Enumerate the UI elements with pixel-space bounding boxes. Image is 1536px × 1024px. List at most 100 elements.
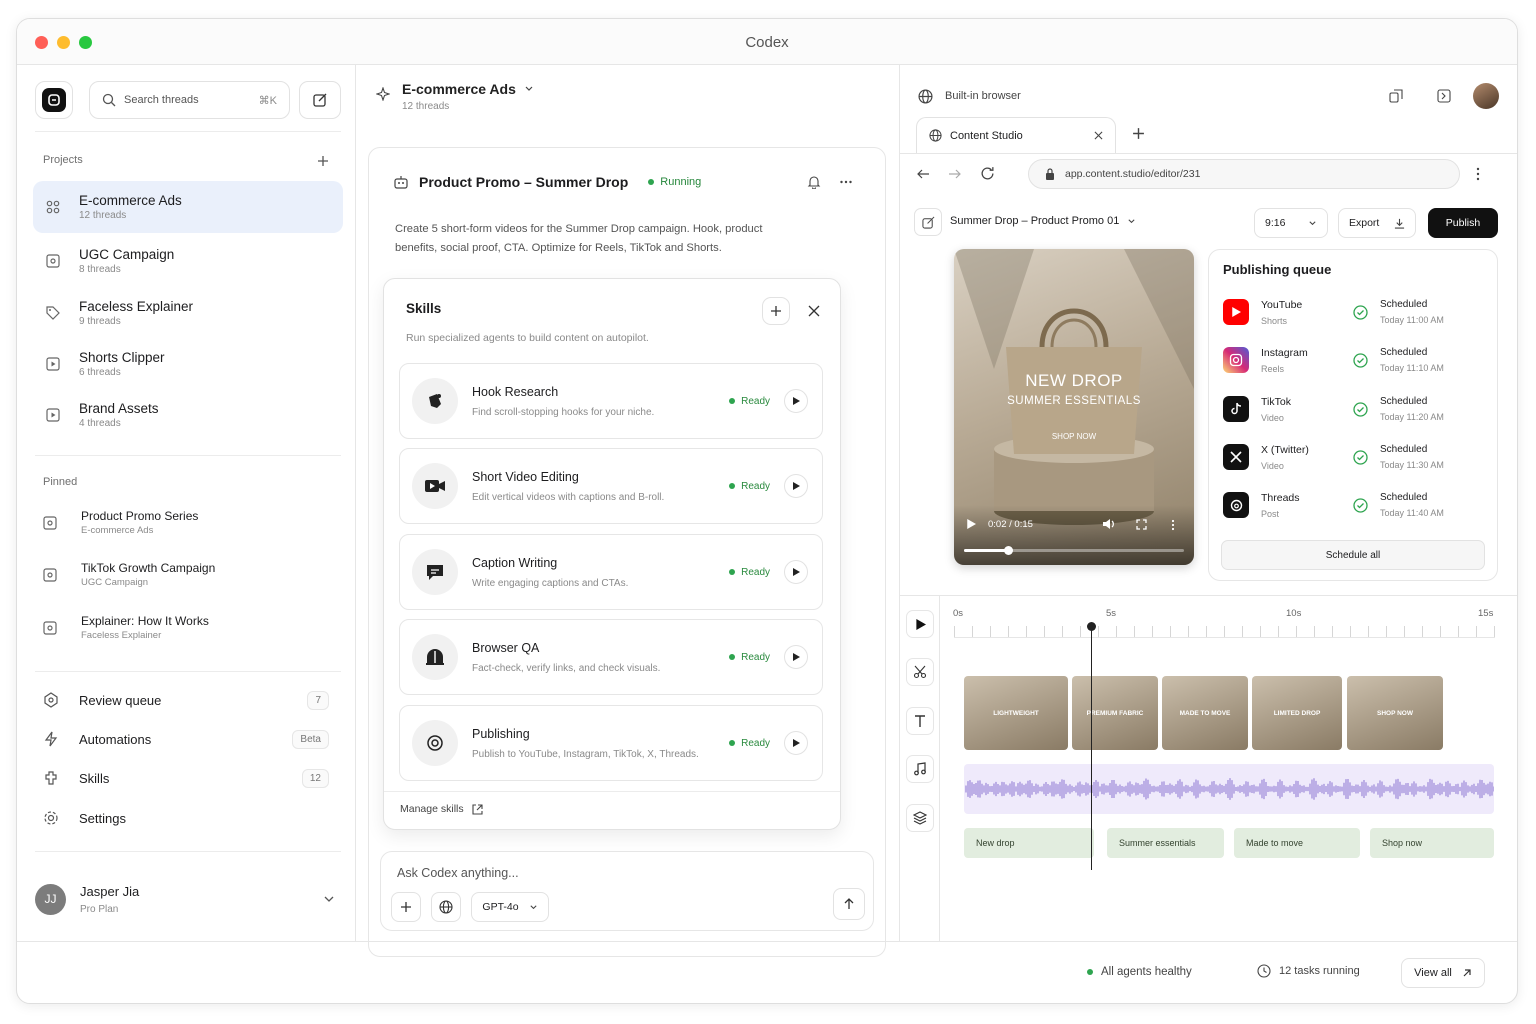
timeline-clip[interactable]: MADE TO MOVE [1162, 676, 1248, 750]
timeline-clip[interactable]: PREMIUM FABRIC [1072, 676, 1158, 750]
reload-icon[interactable] [980, 166, 995, 181]
fullscreen-icon[interactable] [1136, 519, 1147, 530]
close-icon[interactable] [1094, 131, 1103, 140]
timeline-ruler[interactable] [954, 626, 1495, 638]
skill-desc: Publish to YouTube, Instagram, TikTok, X… [472, 748, 699, 760]
nav-review-queue[interactable]: Review queue 7 [43, 685, 329, 715]
status-badge: Running [648, 176, 701, 188]
web-search-button[interactable] [431, 892, 461, 922]
profile-avatar[interactable] [1473, 83, 1499, 109]
timeline-clip[interactable]: LIMITED DROP [1252, 676, 1342, 750]
video-scrubber-handle[interactable] [1004, 546, 1013, 555]
caption-block[interactable]: Summer essentials [1107, 828, 1224, 858]
nav-skills[interactable]: Skills 12 [43, 763, 329, 793]
skills-count-badge: 12 [301, 768, 329, 788]
run-skill-button[interactable] [784, 474, 808, 498]
queue-item-youtube[interactable]: YouTube Shorts Scheduled Today 11:00 AM [1223, 292, 1485, 332]
back-icon[interactable] [916, 167, 930, 181]
publish-button[interactable]: Publish [1428, 208, 1498, 238]
nav-automations[interactable]: Automations Beta [43, 724, 329, 754]
ruler-label: 5s [1106, 608, 1117, 619]
run-skill-button[interactable] [784, 645, 808, 669]
project-item-faceless-explainer[interactable]: Faceless Explainer 9 threads [33, 287, 343, 339]
text-tool-button[interactable] [906, 707, 934, 735]
more-icon[interactable] [839, 175, 853, 189]
run-skill-button[interactable] [784, 731, 808, 755]
queue-item-x[interactable]: X (Twitter) Video Scheduled Today 11:30 AM [1223, 437, 1485, 477]
new-thread-button[interactable] [299, 81, 341, 119]
play-icon[interactable] [966, 519, 976, 529]
skill-caption-writing[interactable]: Caption Writing Write engaging captions a… [399, 534, 823, 610]
playhead-handle[interactable] [1087, 622, 1096, 631]
bell-icon[interactable] [807, 175, 821, 189]
search-threads-input[interactable]: Search threads ⌘K [89, 81, 290, 119]
skill-status-text: Ready [741, 737, 770, 749]
browser-menu-icon[interactable] [1476, 167, 1480, 181]
user-plan: Pro Plan [80, 903, 119, 915]
new-tab-button[interactable] [1132, 127, 1145, 140]
sync-icon[interactable] [1389, 89, 1403, 103]
volume-icon[interactable] [1102, 518, 1115, 530]
project-item-shorts-clipper[interactable]: Shorts Clipper 6 threads [33, 338, 343, 390]
nav-settings[interactable]: Settings [43, 803, 329, 833]
add-skill-button[interactable] [762, 297, 790, 325]
aspect-ratio-select[interactable]: 9:16 [1254, 208, 1328, 238]
more-vertical-icon[interactable] [1171, 519, 1175, 531]
address-bar[interactable]: app.content.studio/editor/231 [1028, 159, 1460, 189]
project-item-ugc-campaign[interactable]: UGC Campaign 8 threads [33, 235, 343, 287]
playhead[interactable] [1091, 626, 1092, 870]
caption-block[interactable]: Shop now [1370, 828, 1494, 858]
pinned-item[interactable]: TikTok Growth Campaign UGC Campaign [43, 561, 343, 588]
timeline-clip[interactable]: LIGHTWEIGHT [964, 676, 1068, 750]
skill-hook-research[interactable]: Hook Research Find scroll-stopping hooks … [399, 363, 823, 439]
close-icon[interactable] [808, 305, 820, 317]
browser-label: Built-in browser [945, 90, 1021, 102]
audio-tool-button[interactable] [906, 755, 934, 783]
pinned-project: Faceless Explainer [81, 630, 162, 641]
queue-item-instagram[interactable]: Instagram Reels Scheduled Today 11:10 AM [1223, 340, 1485, 380]
chevron-down-icon[interactable] [323, 893, 335, 905]
skill-browser-qa[interactable]: Browser QA Fact-check, verify links, and … [399, 619, 823, 695]
audio-waveform [965, 778, 1494, 800]
sidebar-toggle-icon[interactable] [1437, 89, 1451, 103]
ask-codex-input[interactable]: Ask Codex anything... GPT-4o [380, 851, 874, 931]
app-logo[interactable] [35, 81, 73, 119]
pinned-item[interactable]: Product Promo Series E-commerce Ads [43, 509, 343, 536]
video-preview[interactable]: NEW DROP SUMMER ESSENTIALS SHOP NOW 0:02… [954, 249, 1194, 565]
attach-button[interactable] [391, 892, 421, 922]
project-dropdown[interactable]: E-commerce Ads [402, 81, 534, 97]
export-button[interactable]: Export [1338, 208, 1416, 238]
video-progress-track[interactable] [964, 546, 1184, 555]
user-account[interactable]: JJ Jasper Jia Pro Plan [35, 879, 335, 919]
model-selector[interactable]: GPT-4o [471, 892, 549, 922]
project-name: Faceless Explainer [79, 299, 194, 314]
tab-content-studio[interactable]: Content Studio [916, 117, 1116, 153]
manage-skills-link[interactable]: Manage skills [400, 803, 483, 815]
add-project-button[interactable] [311, 149, 335, 173]
skill-short-video-editing[interactable]: Short Video Editing Edit vertical videos … [399, 448, 823, 524]
caption-block[interactable]: New drop [964, 828, 1094, 858]
globe-icon [439, 900, 453, 914]
project-item-ecommerce-ads[interactable]: E-commerce Ads 12 threads [33, 181, 343, 233]
timeline-play-button[interactable] [906, 610, 934, 638]
schedule-all-button[interactable]: Schedule all [1221, 540, 1485, 570]
view-all-button[interactable]: View all [1401, 958, 1485, 988]
timeline-clip[interactable]: SHOP NOW [1347, 676, 1443, 750]
queue-item-threads[interactable]: Threads Post Scheduled Today 11:40 AM [1223, 485, 1485, 525]
tiktok-icon [1223, 396, 1249, 422]
open-editor-button[interactable] [914, 208, 942, 236]
audio-track[interactable] [964, 764, 1494, 814]
project-item-brand-assets[interactable]: Brand Assets 4 threads [33, 389, 343, 441]
skill-publishing[interactable]: Publishing Publish to YouTube, Instagram,… [399, 705, 823, 781]
queue-item-tiktok[interactable]: TikTok Video Scheduled Today 11:20 AM [1223, 389, 1485, 429]
platform-name: Instagram [1261, 346, 1308, 359]
layers-tool-button[interactable] [906, 804, 934, 832]
pinned-item[interactable]: Explainer: How It Works Faceless Explaine… [43, 614, 343, 641]
run-skill-button[interactable] [784, 389, 808, 413]
document-title-dropdown[interactable]: Summer Drop – Product Promo 01 [950, 215, 1136, 227]
send-button[interactable] [833, 888, 865, 920]
forward-icon[interactable] [948, 167, 962, 181]
run-skill-button[interactable] [784, 560, 808, 584]
caption-block[interactable]: Made to move [1234, 828, 1360, 858]
cut-tool-button[interactable] [906, 658, 934, 686]
